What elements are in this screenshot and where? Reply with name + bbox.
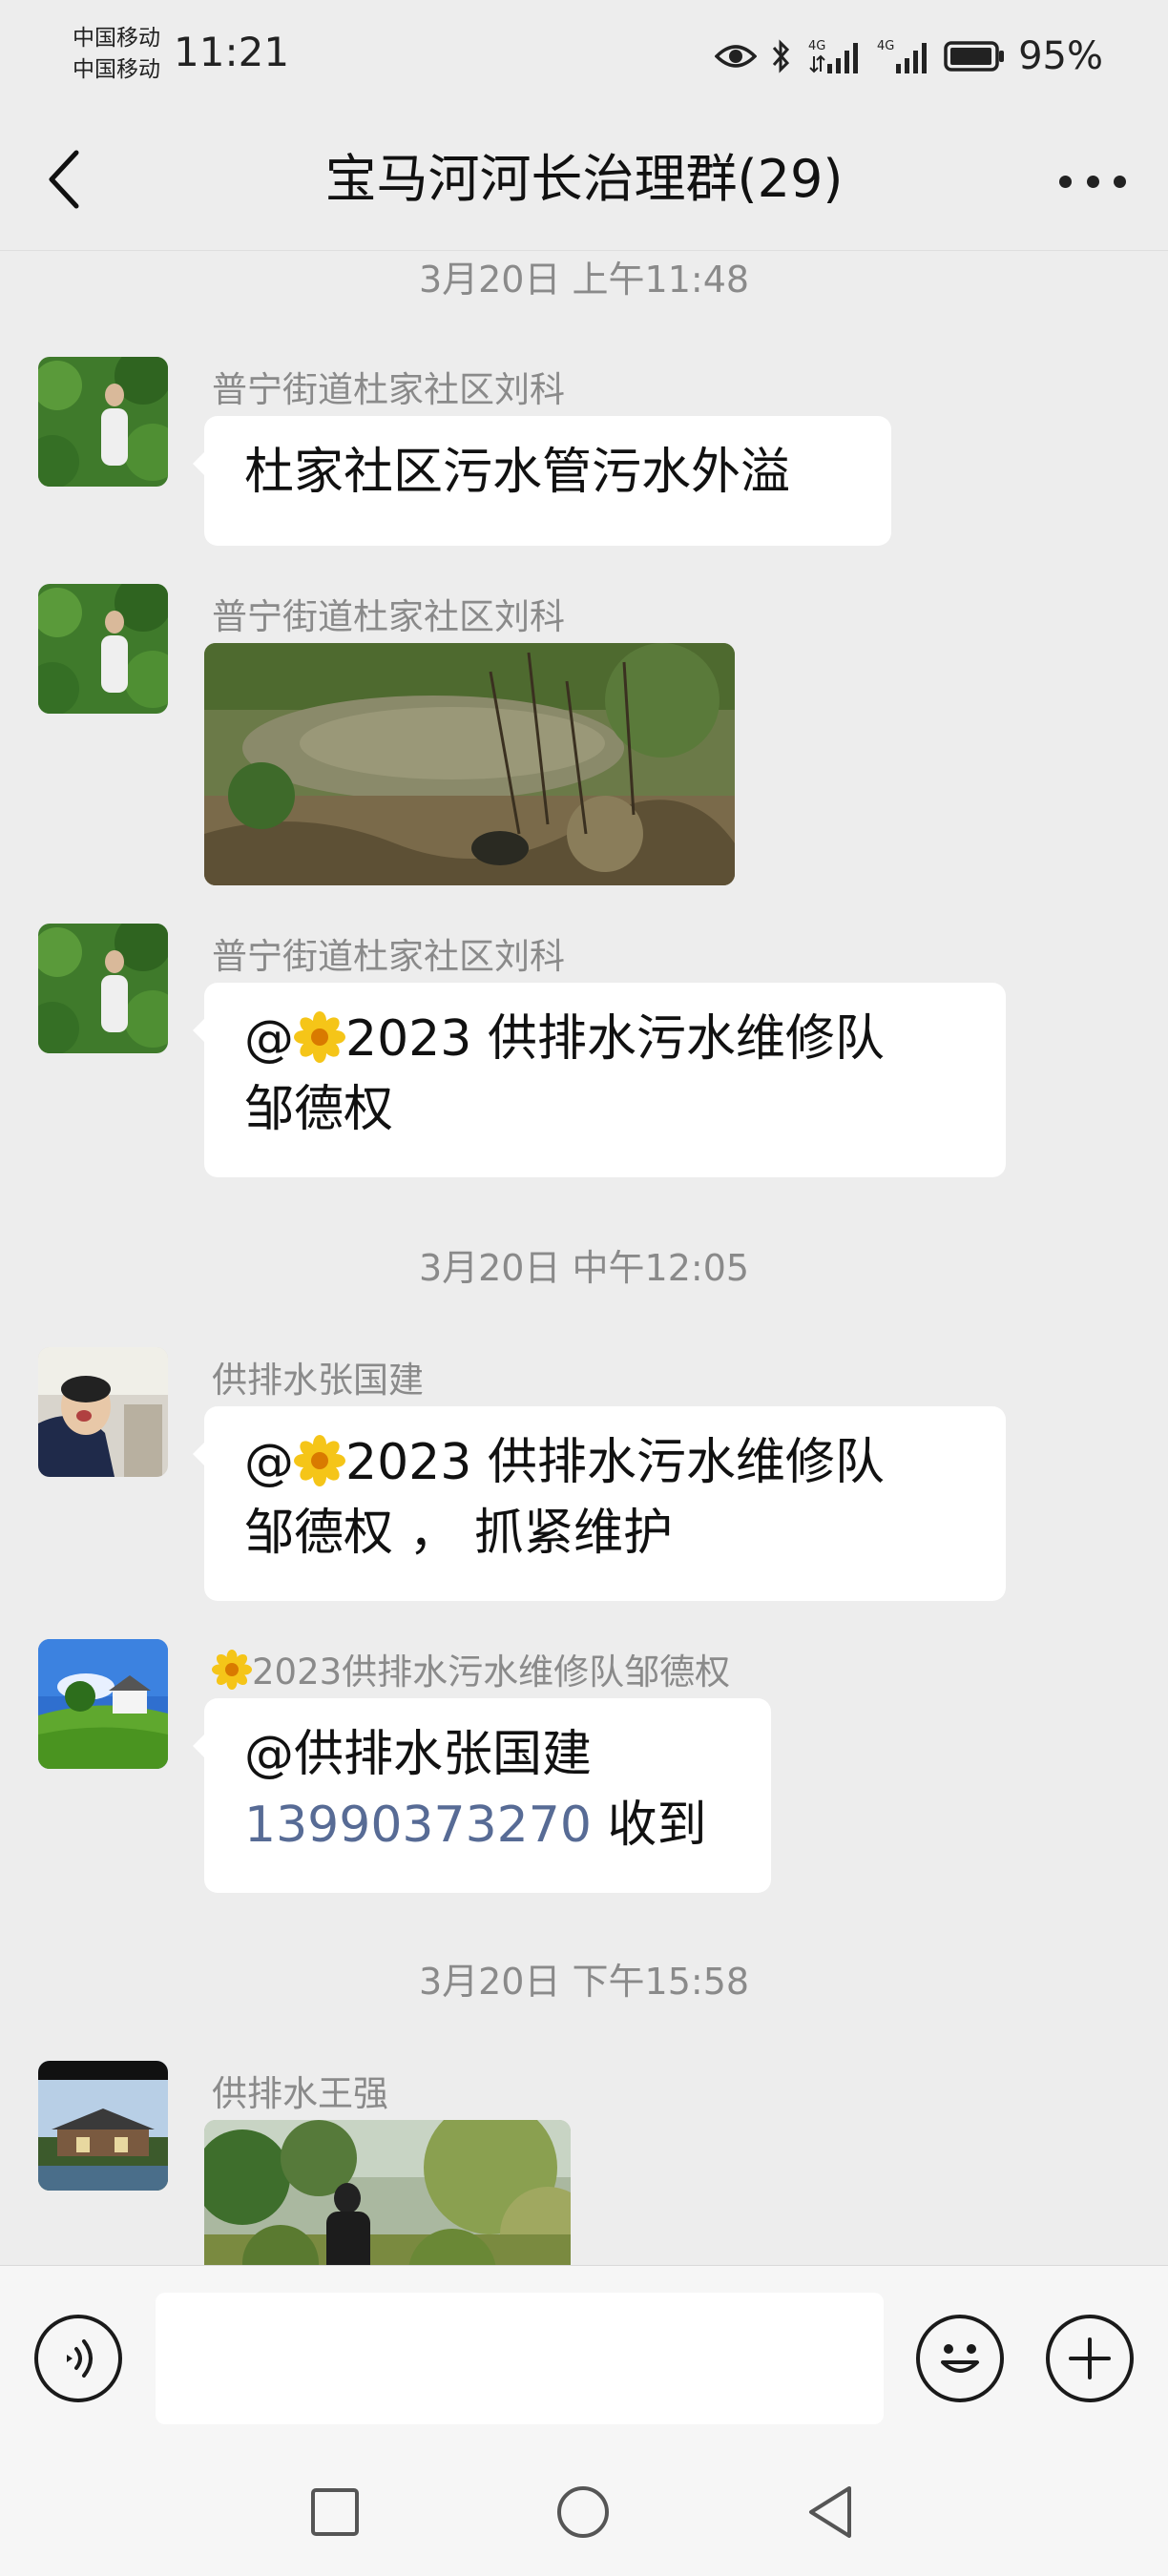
message-line-2: 邹德权: [244, 1081, 394, 1138]
square-icon: [311, 2488, 359, 2536]
image-message[interactable]: [204, 2120, 571, 2265]
avatar[interactable]: [38, 2061, 168, 2191]
message-bubble[interactable]: @供排水张国建 13990373270 收到: [193, 1698, 771, 1893]
carrier-label-1: 中国移动: [73, 26, 160, 51]
sender-name: 供排水王强: [212, 2073, 388, 2114]
message-suffix: 收到: [607, 1797, 707, 1854]
eye-icon: [715, 45, 758, 68]
voice-input-button[interactable]: [34, 2315, 122, 2402]
back-nav-button[interactable]: [798, 2479, 865, 2545]
timestamp: 3月20日 下午15:58: [418, 1961, 750, 2003]
message-input[interactable]: [156, 2293, 884, 2424]
avatar-image: [38, 1639, 168, 1769]
sender-name: 2023供排水污水维修队邹德权: [212, 1643, 730, 1694]
message-bubble[interactable]: @2023 供排水污水维修队 邹德权: [193, 983, 1006, 1177]
message-line-1: @供排水张国建: [244, 1726, 593, 1783]
message-bubble[interactable]: @2023 供排水污水维修队 邹德权 ， 抓紧维护: [193, 1406, 1006, 1601]
avatar[interactable]: [38, 1347, 168, 1477]
system-icons: 4G 4G 95%: [715, 32, 1103, 80]
avatar-image: [38, 2061, 168, 2191]
carrier-label-2: 中国移动: [73, 57, 160, 82]
flower-emoji-icon: [294, 1435, 345, 1486]
more-dots-icon: [1059, 175, 1072, 188]
voice-icon: [67, 2339, 93, 2378]
recent-apps-button[interactable]: [302, 2479, 368, 2545]
message-line-1: @2023 供排水污水维修队: [244, 1427, 966, 1498]
message-line-2: 邹德权 ， 抓紧维护: [244, 1505, 674, 1562]
sewage-pond-photo: [204, 643, 735, 885]
mention-target: 2023 供排水污水维修队: [345, 1010, 885, 1068]
battery-level: 95%: [1018, 34, 1103, 78]
home-button[interactable]: [550, 2479, 616, 2545]
phone-number-link[interactable]: 13990373270: [244, 1797, 592, 1854]
sender-name: 普宁街道杜家社区刘科: [212, 936, 565, 977]
avatar-image: [38, 584, 168, 714]
plus-icon: [1069, 2337, 1111, 2379]
network-label-1: 4G: [808, 39, 825, 53]
flower-emoji-icon: [294, 1011, 345, 1063]
more-button[interactable]: [1059, 162, 1126, 200]
status-time: 11:21: [174, 29, 290, 75]
signal-icon-1: 4G: [808, 39, 859, 73]
signal-icon-2: 4G: [877, 39, 928, 73]
avatar-image: [38, 357, 168, 487]
sender-name-text: 2023供排水污水维修队邹德权: [252, 1652, 731, 1693]
circle-icon: [557, 2486, 609, 2538]
smiley-icon: [941, 2344, 979, 2373]
sender-name: 普宁街道杜家社区刘科: [212, 596, 565, 637]
bluetooth-icon: [772, 39, 790, 73]
flower-emoji-icon: [212, 1650, 252, 1690]
emoji-button[interactable]: [916, 2315, 1004, 2402]
message-text: 杜家社区污水管污水外溢: [244, 444, 791, 501]
back-button[interactable]: [42, 141, 90, 218]
message-list[interactable]: 3月20日 上午11:48 普宁街道杜家社区刘科 杜家社区污水管污水外溢 普宁街…: [0, 250, 1168, 2265]
mention-target: 2023 供排水污水维修队: [345, 1434, 885, 1491]
mention-prefix: @: [244, 1010, 294, 1068]
battery-icon: [944, 41, 1005, 72]
avatar[interactable]: [38, 1639, 168, 1769]
chevron-left-icon: [49, 150, 79, 209]
mention-prefix: @: [244, 1434, 294, 1491]
plus-button[interactable]: [1046, 2315, 1134, 2402]
sender-name: 普宁街道杜家社区刘科: [212, 369, 565, 410]
network-label-2: 4G: [877, 39, 894, 53]
avatar[interactable]: [38, 357, 168, 487]
message-line-1: @2023 供排水污水维修队: [244, 1004, 966, 1074]
message-bubble[interactable]: 杜家社区污水管污水外溢: [193, 416, 891, 546]
avatar-image: [38, 924, 168, 1053]
input-bar: [0, 2265, 1168, 2451]
timestamp: 3月20日 上午11:48: [418, 259, 750, 301]
system-nav-bar: [0, 2450, 1168, 2576]
garden-man-photo: [204, 2120, 571, 2265]
triangle-back-icon: [809, 2486, 851, 2538]
carrier-labels: 中国移动 中国移动: [73, 23, 160, 86]
avatar-image: [38, 1347, 168, 1477]
timestamp: 3月20日 中午12:05: [418, 1247, 750, 1289]
message-line-2: 13990373270 收到: [244, 1790, 731, 1860]
avatar[interactable]: [38, 924, 168, 1053]
image-message[interactable]: [204, 643, 735, 885]
chat-title: 宝马河河长治理群(29): [324, 149, 844, 209]
sender-name: 供排水张国建: [212, 1360, 424, 1401]
status-bar: 中国移动 中国移动 11:21 4G 4G 95%: [0, 0, 1168, 113]
chat-header: 宝马河河长治理群(29): [0, 113, 1168, 251]
avatar[interactable]: [38, 584, 168, 714]
